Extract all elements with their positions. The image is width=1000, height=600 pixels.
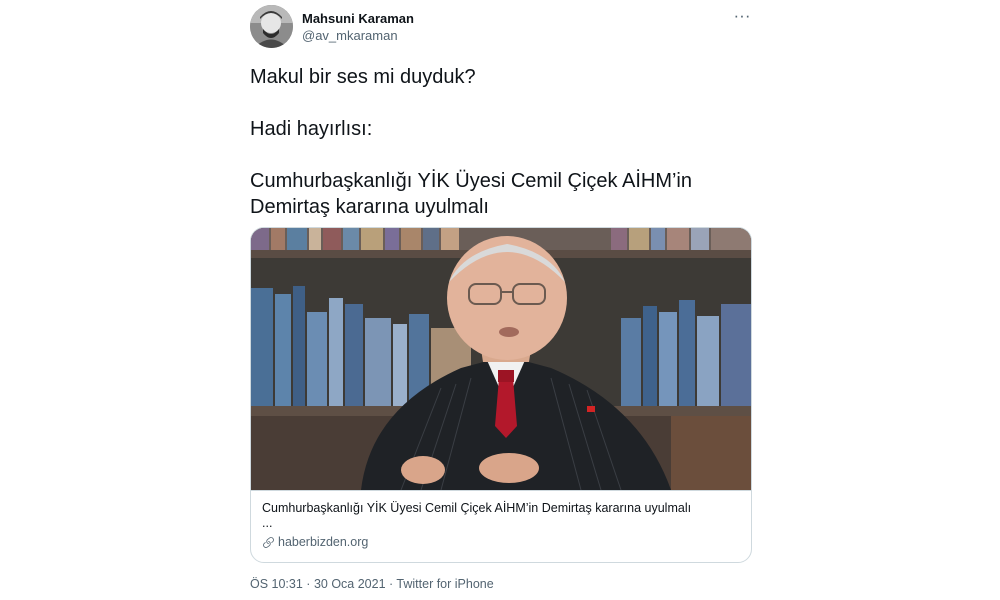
card-description: ... [262,516,273,530]
tweet-meta: ÖS 10:31 · 30 Oca 2021 · Twitter for iPh… [250,577,494,591]
tweet-text: Makul bir ses mi duyduk? Hadi hayırlısı:… [250,64,750,220]
tweet-line: Cumhurbaşkanlığı YİK Üyesi Cemil Çiçek A… [250,170,693,192]
display-name[interactable]: Mahsuni Karaman [302,11,414,26]
card-domain-text: haberbizden.org [278,535,369,549]
card-title[interactable]: Cumhurbaşkanlığı YİK Üyesi Cemil Çiçek A… [262,500,740,516]
tweet-line: Makul bir ses mi duyduk? [250,66,476,88]
link-preview-card[interactable]: Cumhurbaşkanlığı YİK Üyesi Cemil Çiçek A… [250,227,752,563]
tweet-line: Hadi hayırlısı: [250,118,373,140]
meta-separator: · [302,577,314,591]
tweet-date[interactable]: 30 Oca 2021 [314,577,386,591]
card-info: Cumhurbaşkanlığı YİK Üyesi Cemil Çiçek A… [251,490,751,562]
tweet: Mahsuni Karaman @av_mkaraman ··· Makul b… [0,0,1000,600]
tweet-line: Demirtaş kararına uyulmalı [250,196,489,218]
avatar[interactable] [250,5,293,48]
more-options-icon[interactable]: ··· [732,7,752,26]
user-avatar-icon [250,5,293,48]
card-domain[interactable]: haberbizden.org [262,533,740,551]
tweet-source[interactable]: Twitter for iPhone [396,577,493,591]
link-icon [263,536,274,548]
user-handle[interactable]: @av_mkaraman [302,28,398,43]
news-photo-image[interactable] [251,228,751,490]
tweet-time[interactable]: ÖS 10:31 [250,577,303,591]
meta-separator: · [385,577,397,591]
